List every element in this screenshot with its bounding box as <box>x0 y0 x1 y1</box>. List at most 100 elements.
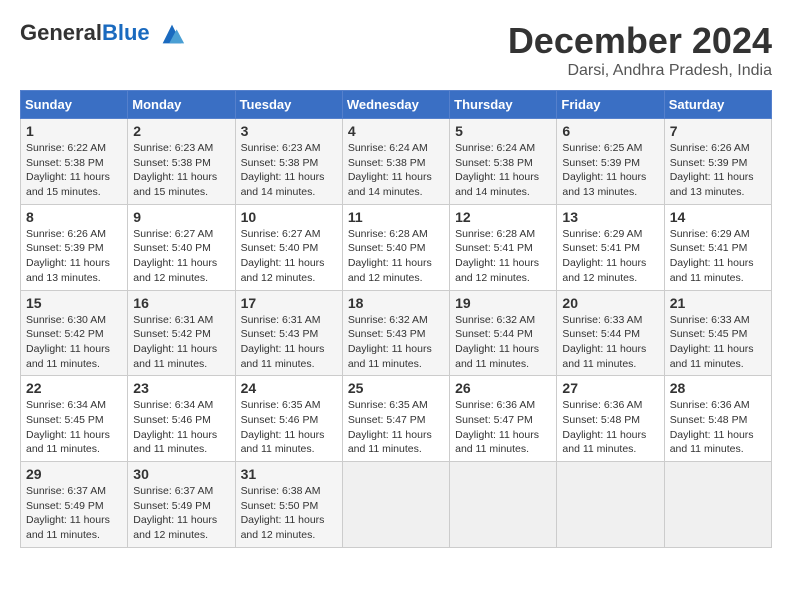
calendar-cell: 5 Sunrise: 6:24 AMSunset: 5:38 PMDayligh… <box>450 119 557 205</box>
calendar-cell <box>557 462 664 548</box>
day-number: 11 <box>348 209 444 225</box>
logo-icon <box>158 20 186 48</box>
day-detail: Sunrise: 6:27 AMSunset: 5:40 PMDaylight:… <box>133 228 217 284</box>
day-number: 29 <box>26 466 122 482</box>
day-number: 2 <box>133 123 229 139</box>
day-detail: Sunrise: 6:32 AMSunset: 5:44 PMDaylight:… <box>455 314 539 370</box>
day-detail: Sunrise: 6:38 AMSunset: 5:50 PMDaylight:… <box>241 485 325 541</box>
day-number: 26 <box>455 380 551 396</box>
day-detail: Sunrise: 6:27 AMSunset: 5:40 PMDaylight:… <box>241 228 325 284</box>
calendar-week-1: 1 Sunrise: 6:22 AMSunset: 5:38 PMDayligh… <box>21 119 772 205</box>
day-number: 5 <box>455 123 551 139</box>
day-number: 20 <box>562 295 658 311</box>
logo-blue-text: Blue <box>102 20 150 45</box>
calendar-cell: 17 Sunrise: 6:31 AMSunset: 5:43 PMDaylig… <box>235 290 342 376</box>
calendar-cell: 6 Sunrise: 6:25 AMSunset: 5:39 PMDayligh… <box>557 119 664 205</box>
day-detail: Sunrise: 6:33 AMSunset: 5:44 PMDaylight:… <box>562 314 646 370</box>
day-detail: Sunrise: 6:26 AMSunset: 5:39 PMDaylight:… <box>26 228 110 284</box>
page-header: GeneralBlue December 2024 Darsi, Andhra … <box>20 20 772 80</box>
calendar-header-monday: Monday <box>128 91 235 119</box>
day-detail: Sunrise: 6:36 AMSunset: 5:48 PMDaylight:… <box>670 399 754 455</box>
day-detail: Sunrise: 6:36 AMSunset: 5:47 PMDaylight:… <box>455 399 539 455</box>
day-number: 31 <box>241 466 337 482</box>
day-detail: Sunrise: 6:25 AMSunset: 5:39 PMDaylight:… <box>562 142 646 198</box>
calendar-cell: 22 Sunrise: 6:34 AMSunset: 5:45 PMDaylig… <box>21 376 128 462</box>
day-detail: Sunrise: 6:34 AMSunset: 5:46 PMDaylight:… <box>133 399 217 455</box>
day-detail: Sunrise: 6:28 AMSunset: 5:40 PMDaylight:… <box>348 228 432 284</box>
day-detail: Sunrise: 6:23 AMSunset: 5:38 PMDaylight:… <box>133 142 217 198</box>
calendar-cell: 20 Sunrise: 6:33 AMSunset: 5:44 PMDaylig… <box>557 290 664 376</box>
calendar-cell: 23 Sunrise: 6:34 AMSunset: 5:46 PMDaylig… <box>128 376 235 462</box>
calendar-cell: 7 Sunrise: 6:26 AMSunset: 5:39 PMDayligh… <box>664 119 771 205</box>
day-number: 3 <box>241 123 337 139</box>
day-detail: Sunrise: 6:31 AMSunset: 5:42 PMDaylight:… <box>133 314 217 370</box>
calendar-cell <box>664 462 771 548</box>
day-number: 15 <box>26 295 122 311</box>
day-number: 10 <box>241 209 337 225</box>
calendar-header-row: SundayMondayTuesdayWednesdayThursdayFrid… <box>21 91 772 119</box>
day-detail: Sunrise: 6:35 AMSunset: 5:46 PMDaylight:… <box>241 399 325 455</box>
calendar-cell: 24 Sunrise: 6:35 AMSunset: 5:46 PMDaylig… <box>235 376 342 462</box>
day-number: 1 <box>26 123 122 139</box>
day-detail: Sunrise: 6:26 AMSunset: 5:39 PMDaylight:… <box>670 142 754 198</box>
day-number: 17 <box>241 295 337 311</box>
calendar-week-2: 8 Sunrise: 6:26 AMSunset: 5:39 PMDayligh… <box>21 204 772 290</box>
title-area: December 2024 Darsi, Andhra Pradesh, Ind… <box>508 20 772 80</box>
day-detail: Sunrise: 6:37 AMSunset: 5:49 PMDaylight:… <box>26 485 110 541</box>
calendar-cell: 13 Sunrise: 6:29 AMSunset: 5:41 PMDaylig… <box>557 204 664 290</box>
calendar-cell: 2 Sunrise: 6:23 AMSunset: 5:38 PMDayligh… <box>128 119 235 205</box>
calendar-header-tuesday: Tuesday <box>235 91 342 119</box>
calendar-cell: 4 Sunrise: 6:24 AMSunset: 5:38 PMDayligh… <box>342 119 449 205</box>
day-number: 25 <box>348 380 444 396</box>
day-detail: Sunrise: 6:29 AMSunset: 5:41 PMDaylight:… <box>670 228 754 284</box>
calendar-cell: 28 Sunrise: 6:36 AMSunset: 5:48 PMDaylig… <box>664 376 771 462</box>
day-number: 28 <box>670 380 766 396</box>
day-number: 7 <box>670 123 766 139</box>
calendar-header-wednesday: Wednesday <box>342 91 449 119</box>
day-number: 6 <box>562 123 658 139</box>
calendar-cell: 14 Sunrise: 6:29 AMSunset: 5:41 PMDaylig… <box>664 204 771 290</box>
day-detail: Sunrise: 6:29 AMSunset: 5:41 PMDaylight:… <box>562 228 646 284</box>
calendar-cell: 29 Sunrise: 6:37 AMSunset: 5:49 PMDaylig… <box>21 462 128 548</box>
day-number: 8 <box>26 209 122 225</box>
day-number: 22 <box>26 380 122 396</box>
calendar-cell: 26 Sunrise: 6:36 AMSunset: 5:47 PMDaylig… <box>450 376 557 462</box>
calendar-cell: 9 Sunrise: 6:27 AMSunset: 5:40 PMDayligh… <box>128 204 235 290</box>
location-subtitle: Darsi, Andhra Pradesh, India <box>508 62 772 80</box>
calendar-cell: 11 Sunrise: 6:28 AMSunset: 5:40 PMDaylig… <box>342 204 449 290</box>
calendar-body: 1 Sunrise: 6:22 AMSunset: 5:38 PMDayligh… <box>21 119 772 548</box>
day-detail: Sunrise: 6:22 AMSunset: 5:38 PMDaylight:… <box>26 142 110 198</box>
calendar-cell: 3 Sunrise: 6:23 AMSunset: 5:38 PMDayligh… <box>235 119 342 205</box>
day-number: 19 <box>455 295 551 311</box>
calendar-week-4: 22 Sunrise: 6:34 AMSunset: 5:45 PMDaylig… <box>21 376 772 462</box>
calendar-cell: 19 Sunrise: 6:32 AMSunset: 5:44 PMDaylig… <box>450 290 557 376</box>
calendar-header-thursday: Thursday <box>450 91 557 119</box>
calendar-week-5: 29 Sunrise: 6:37 AMSunset: 5:49 PMDaylig… <box>21 462 772 548</box>
day-detail: Sunrise: 6:36 AMSunset: 5:48 PMDaylight:… <box>562 399 646 455</box>
day-detail: Sunrise: 6:37 AMSunset: 5:49 PMDaylight:… <box>133 485 217 541</box>
calendar-cell: 8 Sunrise: 6:26 AMSunset: 5:39 PMDayligh… <box>21 204 128 290</box>
logo-general-text: General <box>20 20 102 45</box>
calendar-cell: 21 Sunrise: 6:33 AMSunset: 5:45 PMDaylig… <box>664 290 771 376</box>
day-number: 18 <box>348 295 444 311</box>
day-detail: Sunrise: 6:34 AMSunset: 5:45 PMDaylight:… <box>26 399 110 455</box>
calendar-cell <box>342 462 449 548</box>
day-number: 12 <box>455 209 551 225</box>
calendar-cell: 12 Sunrise: 6:28 AMSunset: 5:41 PMDaylig… <box>450 204 557 290</box>
day-detail: Sunrise: 6:32 AMSunset: 5:43 PMDaylight:… <box>348 314 432 370</box>
calendar-cell: 1 Sunrise: 6:22 AMSunset: 5:38 PMDayligh… <box>21 119 128 205</box>
day-number: 27 <box>562 380 658 396</box>
day-detail: Sunrise: 6:35 AMSunset: 5:47 PMDaylight:… <box>348 399 432 455</box>
calendar-table: SundayMondayTuesdayWednesdayThursdayFrid… <box>20 90 772 548</box>
day-number: 4 <box>348 123 444 139</box>
calendar-week-3: 15 Sunrise: 6:30 AMSunset: 5:42 PMDaylig… <box>21 290 772 376</box>
calendar-cell: 27 Sunrise: 6:36 AMSunset: 5:48 PMDaylig… <box>557 376 664 462</box>
calendar-cell: 31 Sunrise: 6:38 AMSunset: 5:50 PMDaylig… <box>235 462 342 548</box>
calendar-cell: 30 Sunrise: 6:37 AMSunset: 5:49 PMDaylig… <box>128 462 235 548</box>
day-detail: Sunrise: 6:31 AMSunset: 5:43 PMDaylight:… <box>241 314 325 370</box>
day-number: 30 <box>133 466 229 482</box>
calendar-cell: 25 Sunrise: 6:35 AMSunset: 5:47 PMDaylig… <box>342 376 449 462</box>
day-detail: Sunrise: 6:24 AMSunset: 5:38 PMDaylight:… <box>455 142 539 198</box>
month-title: December 2024 <box>508 20 772 62</box>
day-number: 16 <box>133 295 229 311</box>
